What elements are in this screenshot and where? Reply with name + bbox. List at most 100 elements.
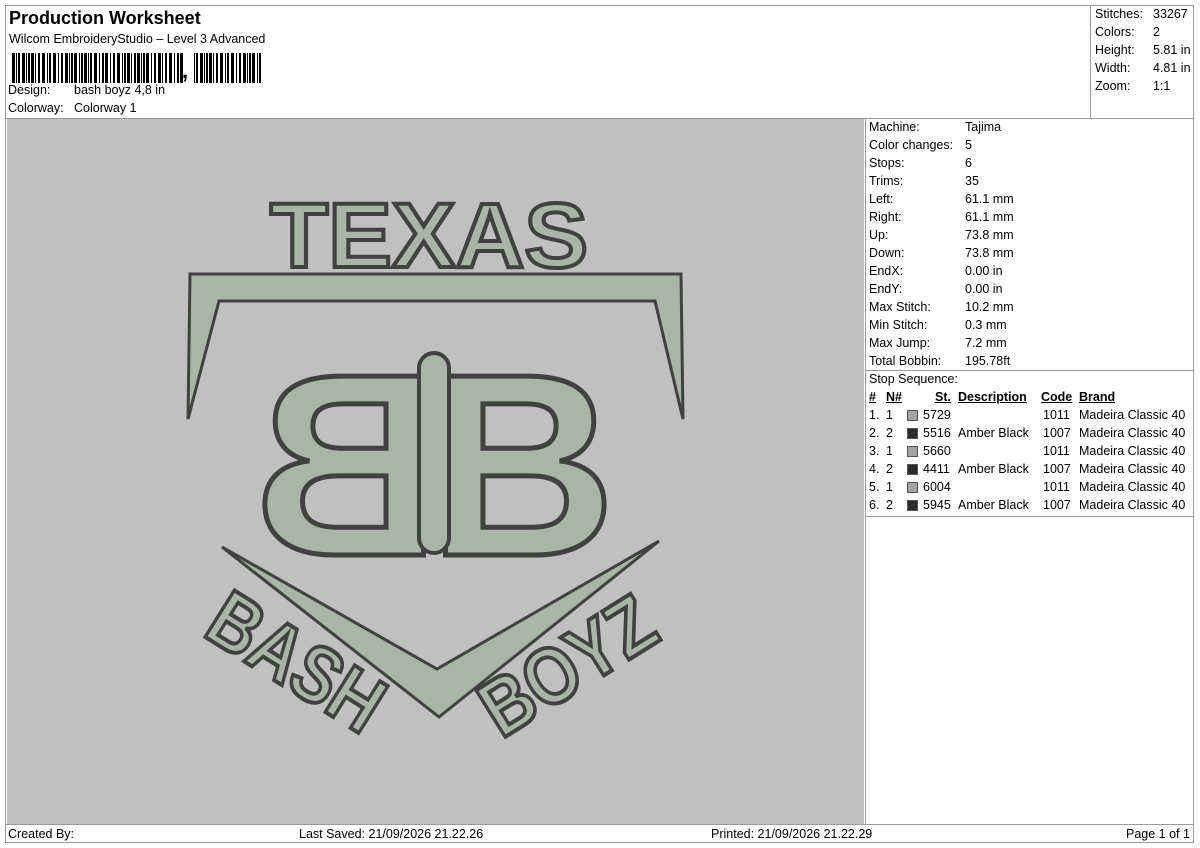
barcode-bar (65, 53, 68, 83)
info-value: 7.2 mm (965, 336, 1007, 350)
barcode-bar (169, 53, 172, 83)
worksheet-footer: Created By: Last Saved: 21/09/2026 21.22… (6, 824, 1194, 844)
barcode-bar (162, 53, 163, 83)
stop-row-brand: Madeira Classic 40 (1079, 498, 1186, 512)
stop-row-number: 1. (869, 408, 880, 422)
barcode-bar (84, 53, 87, 83)
barcode-bar (47, 53, 48, 83)
thread-color-swatch (907, 446, 918, 457)
barcode-bar (227, 53, 229, 83)
info-value: 0.3 mm (965, 318, 1007, 332)
info-label: EndY: (869, 282, 903, 296)
top-text: TEXAS (270, 185, 588, 287)
stop-row-stitches: 4411 (923, 462, 950, 476)
barcode-bar (74, 53, 77, 83)
barcode-bar (239, 53, 241, 83)
col-brand: Brand (1079, 390, 1116, 404)
barcode-bar (110, 53, 111, 83)
info-value: 6 (965, 156, 972, 170)
design-stats: Stitches: 33267 Colors: 2 Height: 5.81 in W… (1090, 6, 1195, 118)
machine-info-row: Stops: 6 (869, 156, 972, 170)
barcode-bar (61, 53, 63, 83)
stop-row-needle: 2 (886, 498, 893, 512)
col-code: Code (1041, 390, 1073, 404)
stop-row-code: 1007 (1043, 426, 1071, 440)
printed-date: Printed: 21/09/2026 21.22.29 (711, 827, 873, 841)
panel-divider (865, 118, 866, 824)
design-preview[interactable]: B B TEXAS BASH BOYZ (7, 119, 864, 824)
machine-info-row: Color changes: 5 (869, 138, 972, 152)
machine-info-row: Down: 73.8 mm (869, 246, 1014, 260)
info-label: Min Stitch: (869, 318, 928, 332)
stat-colors: Colors: 2 (1095, 25, 1160, 39)
barcode-bar (216, 53, 218, 83)
barcode-bar (127, 53, 130, 83)
barcode-bar (137, 53, 140, 83)
barcode-bar (243, 53, 246, 83)
info-label: Max Jump: (869, 336, 931, 350)
stop-row-number: 3. (869, 444, 880, 458)
machine-info-row: Max Stitch: 10.2 mm (869, 300, 1014, 314)
stop-row-brand: Madeira Classic 40 (1079, 462, 1186, 476)
colorway-value: Colorway 1 (74, 101, 137, 115)
worksheet-title: Production Worksheet (9, 8, 201, 28)
barcode-bar (124, 53, 126, 83)
monogram-left: B (253, 321, 441, 611)
machine-info-row: Total Bobbin: 195.78ft (869, 354, 1010, 368)
barcode-bar (206, 53, 208, 83)
machine-info-row: EndX: 0.00 in (869, 264, 1003, 278)
worksheet-header: Production Worksheet Wilcom EmbroiderySt… (6, 6, 1090, 118)
stop-row-needle: 1 (886, 408, 893, 422)
stop-row-stitches: 5660 (923, 444, 951, 458)
info-value: 0.00 in (965, 282, 1003, 296)
machine-info-row: Min Stitch: 0.3 mm (869, 318, 1007, 332)
barcode-bar (225, 53, 226, 83)
info-label: Down: (869, 246, 905, 260)
stop-row-brand: Madeira Classic 40 (1079, 480, 1186, 494)
barcode-bar (16, 53, 17, 83)
last-saved: Last Saved: 21/09/2026 21.22.26 (299, 827, 484, 841)
barcode-bar (213, 53, 214, 83)
barcode-bar (94, 53, 97, 83)
barcode-bar (231, 53, 234, 83)
stop-row-brand: Madeira Classic 40 (1079, 444, 1186, 458)
machine-info-row: Machine: Tajima (869, 120, 1001, 134)
info-value: 73.8 mm (965, 246, 1014, 260)
info-label: Max Stitch: (869, 300, 931, 314)
barcode-bar (113, 53, 115, 83)
design-label: Design: (8, 83, 51, 97)
machine-info-row: EndY: 0.00 in (869, 282, 1003, 296)
barcode-bar (22, 53, 25, 83)
info-value: 61.1 mm (965, 210, 1014, 224)
barcode-bar (105, 53, 108, 83)
barcode-bar (131, 53, 132, 83)
barcode-bar (81, 53, 83, 83)
barcode-bar (38, 53, 40, 83)
barcode-bar (79, 53, 80, 83)
stop-row-code: 1011 (1043, 444, 1070, 458)
barcode-bar (141, 53, 142, 83)
barcode-bar (117, 53, 120, 83)
col-description: Description (958, 390, 1027, 404)
barcode (12, 53, 261, 83)
info-label: EndX: (869, 264, 904, 278)
stop-row-code: 1007 (1043, 462, 1071, 476)
info-value: 0.00 in (965, 264, 1003, 278)
bb-monogram: B B (251, 319, 619, 614)
info-value: 10.2 mm (965, 300, 1014, 314)
barcode-bar (252, 53, 255, 83)
stop-sequence-title: Stop Sequence: (869, 372, 958, 386)
stat-zoom: Zoom: 1:1 (1095, 79, 1171, 93)
stop-row-description: Amber Black (958, 498, 1029, 512)
barcode-bar (122, 53, 123, 83)
barcode-bar (71, 53, 73, 83)
stat-stitches: Stitches: 33267 (1095, 7, 1188, 21)
machine-info-row: Trims: 35 (869, 174, 979, 188)
stop-row-needle: 2 (886, 426, 893, 440)
col-needle: N# (886, 390, 902, 404)
machine-info-row: Left: 61.1 mm (869, 192, 1014, 206)
stop-row-description: Amber Black (958, 426, 1029, 440)
stop-row-code: 1011 (1043, 408, 1070, 422)
thread-color-swatch (907, 428, 918, 439)
machine-info-row: Max Jump: 7.2 mm (869, 336, 1007, 350)
